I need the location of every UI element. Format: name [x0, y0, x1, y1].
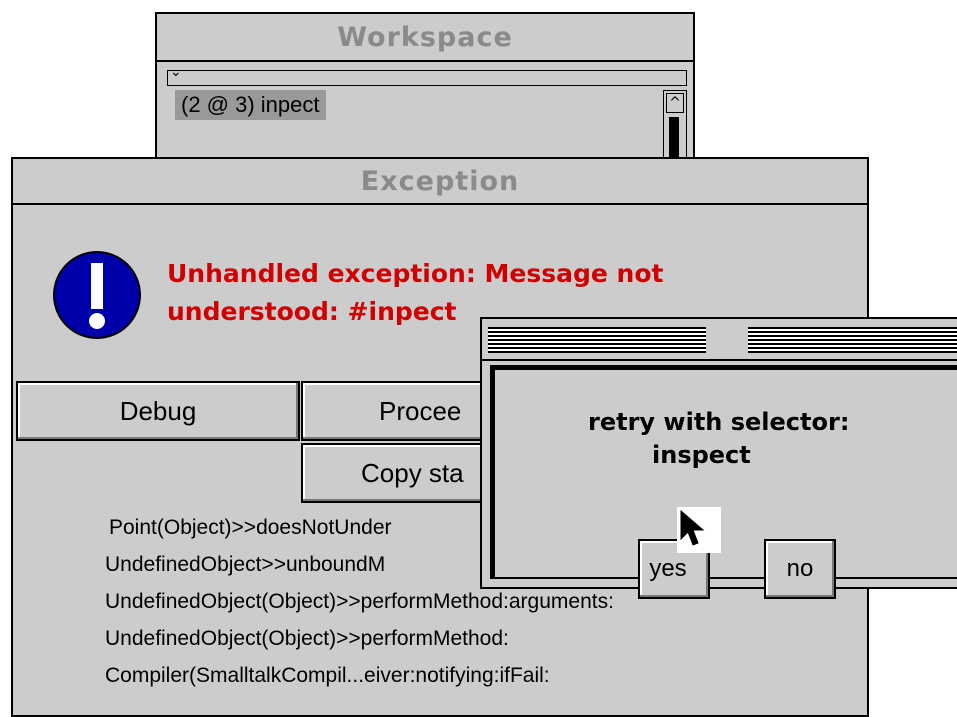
copy-stack-button[interactable]: Copy sta [301, 443, 491, 503]
retry-selector: inspect [652, 441, 751, 469]
close-box[interactable] [708, 323, 746, 355]
exclamation-icon [53, 251, 141, 339]
workspace-code-selection[interactable]: (2 @ 3) inpect [175, 90, 326, 120]
retry-dialog-body: retry with selector: inspect yes no [490, 365, 957, 599]
no-button[interactable]: no [764, 539, 836, 599]
title-bar-stripes [488, 327, 706, 353]
debug-button[interactable]: Debug [16, 381, 300, 441]
stack-trace-item[interactable]: Compiler(SmalltalkCompil...eiver:notifyi… [105, 657, 614, 694]
scroll-up-arrow-icon[interactable]: ^ [666, 93, 684, 113]
workspace-title-bar[interactable]: Workspace [157, 14, 693, 62]
exception-title-bar[interactable]: Exception [13, 159, 867, 205]
mouse-pointer-icon [677, 507, 721, 553]
proceed-button[interactable]: Procee [301, 381, 491, 441]
exception-title: Exception [360, 165, 520, 197]
retry-prompt: retry with selector: [588, 408, 850, 436]
workspace-window: Workspace ⌄ (2 @ 3) inpect ^ [155, 12, 695, 172]
yes-button-label: yes [649, 555, 687, 582]
error-message-line1: Unhandled exception: Message not [167, 259, 664, 288]
stack-trace-item[interactable]: UndefinedObject(Object)>>performMethod: [105, 620, 614, 657]
workspace-title: Workspace [337, 21, 513, 53]
retry-dialog-title-bar[interactable] [482, 319, 957, 361]
chevron-down-icon[interactable]: ⌄ [170, 64, 182, 80]
title-bar-stripes [748, 327, 957, 353]
workspace-toolbar-strip[interactable]: ⌄ [167, 64, 687, 86]
